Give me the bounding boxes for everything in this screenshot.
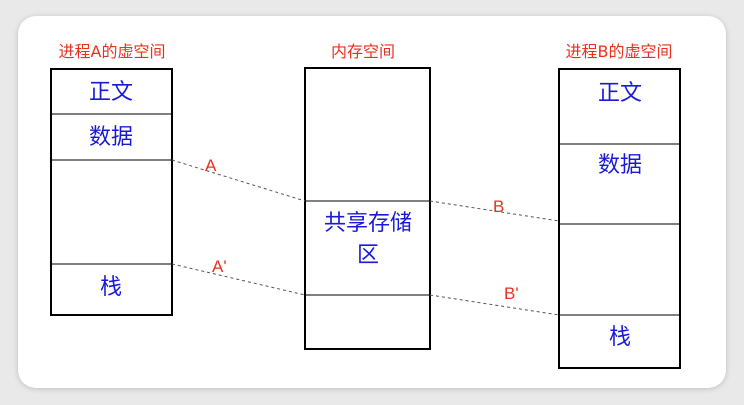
diagram-stage: 进程A的虚空间 内存空间 进程B的虚空间 正文 数据 栈 共享存储 区 正文 数… [0, 0, 744, 405]
process-b-outline [558, 68, 681, 369]
memory-outline [304, 67, 431, 350]
mapping-line-a-prime [171, 263, 306, 296]
mapping-label-a-prime: A' [212, 257, 227, 276]
shared-region-label-line1: 共享存储 [324, 211, 412, 236]
process-b-title: 进程B的虚空间 [566, 42, 673, 61]
shared-region-label-line2: 区 [357, 243, 379, 268]
shared-memory-diagram: 进程A的虚空间 内存空间 进程B的虚空间 正文 数据 栈 共享存储 区 正文 数… [50, 42, 681, 369]
mapping-label-a: A [205, 156, 217, 175]
process-b-text-segment: 正文 [598, 81, 642, 106]
mapping-label-b-prime: B' [504, 284, 519, 303]
process-a-stack-segment: 栈 [100, 275, 122, 300]
mapping-line-b-prime [429, 294, 560, 316]
process-b-box: 正文 数据 栈 [558, 68, 681, 369]
process-b-data-segment: 数据 [598, 153, 642, 178]
mapping-line-a [171, 159, 306, 202]
memory-box: 共享存储 区 [304, 67, 431, 350]
process-a-title: 进程A的虚空间 [59, 42, 166, 61]
process-a-text-segment: 正文 [89, 80, 133, 105]
mapping-label-b: B [493, 197, 504, 216]
process-a-box: 正文 数据 栈 [50, 68, 173, 316]
memory-title: 内存空间 [331, 42, 395, 61]
process-b-stack-segment: 栈 [609, 325, 631, 350]
process-a-data-segment: 数据 [89, 125, 133, 150]
